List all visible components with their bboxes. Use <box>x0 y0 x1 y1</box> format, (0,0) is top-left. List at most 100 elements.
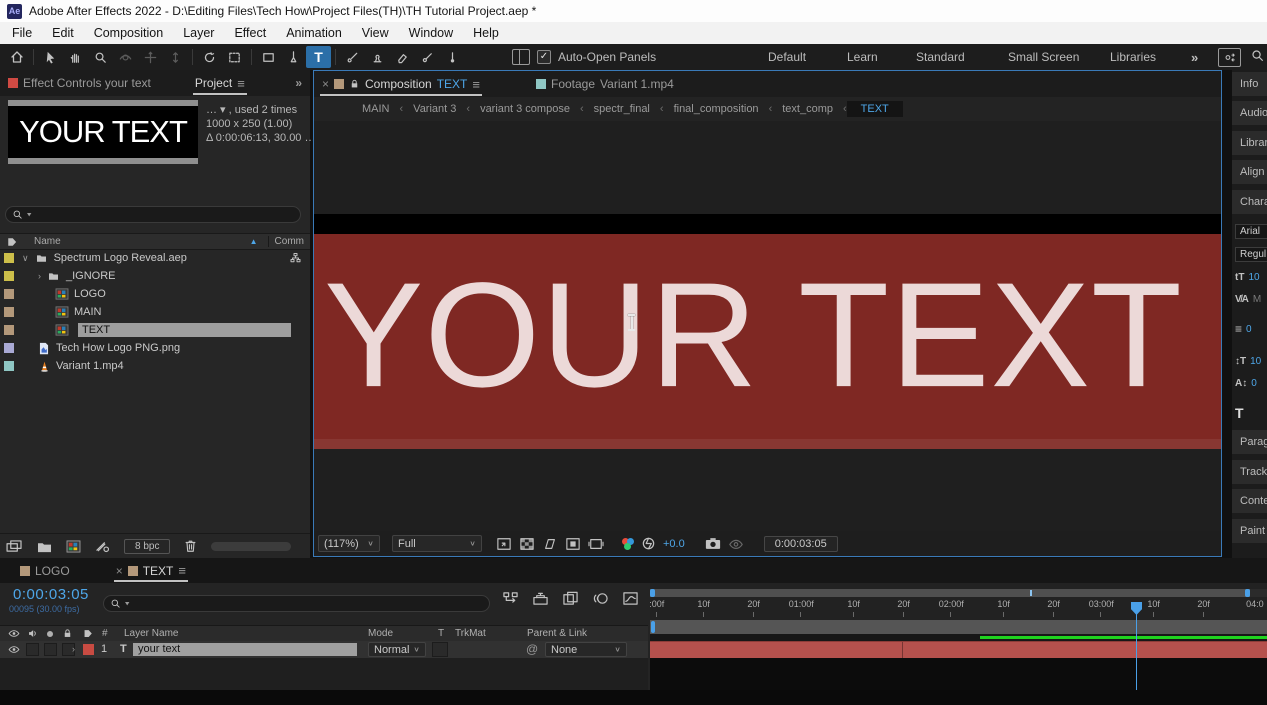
project-row-spectrum[interactable]: ∨ Spectrum Logo Reveal.aep <box>0 249 310 267</box>
panel-menu-icon[interactable]: ≡ <box>237 76 245 91</box>
tab-timeline-text[interactable]: × TEXT ≡ <box>108 558 194 583</box>
kerning-field[interactable]: V̸A M <box>1235 292 1261 306</box>
close-icon[interactable]: × <box>322 77 329 91</box>
audio-speaker-icon[interactable] <box>27 628 38 639</box>
layer-visibility-eye-icon[interactable] <box>8 645 20 654</box>
grid-guides-icon[interactable] <box>496 537 512 551</box>
tab-project[interactable]: Project ≡ <box>187 70 253 96</box>
project-row-png[interactable]: Tech How Logo PNG.png <box>0 339 310 357</box>
item-name[interactable]: Spectrum Logo Reveal.aep <box>54 252 187 264</box>
work-area-bar[interactable] <box>650 620 1267 634</box>
font-size-value[interactable]: 10 <box>1248 272 1259 283</box>
puppet-pin-tool-icon[interactable] <box>440 46 465 68</box>
sort-ascending-icon[interactable]: ▲ <box>250 237 258 246</box>
auto-open-checkbox[interactable]: ✓ <box>537 50 551 64</box>
parent-pickwhip-icon[interactable]: @ <box>526 642 538 656</box>
dolly-camera-tool-icon[interactable] <box>163 46 188 68</box>
transparency-grid-icon[interactable] <box>519 537 535 551</box>
menu-file[interactable]: File <box>2 22 42 44</box>
new-composition-icon[interactable] <box>66 540 81 553</box>
breadcrumb-text-current[interactable]: TEXT <box>847 101 903 117</box>
panel-menu-icon[interactable]: ≡ <box>178 563 186 578</box>
timeline-navigator-bar[interactable] <box>650 589 1267 597</box>
workspace-learn[interactable]: Learn <box>847 44 878 70</box>
workspace-small-screen[interactable]: Small Screen <box>1008 44 1079 70</box>
menu-edit[interactable]: Edit <box>42 22 84 44</box>
label-color[interactable] <box>4 253 14 263</box>
font-family-dropdown[interactable]: Arial <box>1235 224 1267 239</box>
tab-timeline-logo[interactable]: LOGO <box>12 558 78 583</box>
tracking-field[interactable]: ≡ 0 <box>1235 322 1252 336</box>
clone-stamp-tool-icon[interactable] <box>365 46 390 68</box>
panel-align[interactable]: Align <box>1232 160 1267 184</box>
work-area-start-handle[interactable] <box>651 621 655 633</box>
panel-character[interactable]: Chara <box>1232 190 1267 214</box>
rectangle-tool-icon[interactable] <box>256 46 281 68</box>
new-folder-icon[interactable] <box>37 540 52 553</box>
panel-libraries[interactable]: Librar <box>1232 131 1267 155</box>
workspace-overflow-icon[interactable]: » <box>1191 44 1198 70</box>
hand-tool-icon[interactable] <box>63 46 88 68</box>
panel-audio[interactable]: Audio <box>1232 101 1267 125</box>
project-settings-icon[interactable] <box>95 540 110 553</box>
label-column-icon[interactable] <box>82 628 94 639</box>
tracking-value[interactable]: 0 <box>1246 324 1252 335</box>
audio-switch[interactable] <box>26 643 39 656</box>
tab-effect-controls[interactable]: Effect Controls your text <box>0 70 159 96</box>
bit-depth-button[interactable]: 8 bpc <box>124 539 170 554</box>
panel-info[interactable]: Info <box>1232 72 1267 96</box>
blend-mode-dropdown[interactable]: Normal ∨ <box>368 642 426 657</box>
composition-canvas[interactable]: YOUR TEXT <box>314 121 1221 533</box>
project-row-main[interactable]: MAIN <box>0 303 310 321</box>
composition-mini-flowchart-icon[interactable] <box>502 591 519 606</box>
magnification-dropdown[interactable]: (117%) ∨ <box>318 535 380 552</box>
project-row-ignore[interactable]: › _IGNORE <box>0 267 310 285</box>
column-name-label[interactable]: Name <box>34 236 61 247</box>
project-search-input[interactable]: ▾ <box>5 206 301 223</box>
pen-tool-icon[interactable] <box>281 46 306 68</box>
workspace-default[interactable]: Default <box>768 44 806 70</box>
frame-blending-icon[interactable] <box>562 591 579 606</box>
layer-duration-bar[interactable] <box>650 641 1267 659</box>
font-size-field[interactable]: tT 10 <box>1235 270 1260 284</box>
menu-layer[interactable]: Layer <box>173 22 224 44</box>
column-number[interactable]: # <box>102 628 108 639</box>
faux-bold-icon[interactable]: T <box>1235 406 1244 420</box>
workspace-libraries[interactable]: Libraries <box>1110 44 1156 70</box>
mask-visibility-icon[interactable] <box>542 537 558 551</box>
item-name-selected[interactable]: TEXT <box>78 323 291 337</box>
item-name[interactable]: MAIN <box>74 306 102 318</box>
navigator-end-handle[interactable] <box>1245 589 1250 597</box>
pixel-aspect-icon[interactable] <box>588 537 604 551</box>
show-snapshot-icon[interactable] <box>728 537 744 550</box>
kerning-value[interactable]: M <box>1253 294 1261 305</box>
project-row-logo[interactable]: LOGO <box>0 285 310 303</box>
type-tool-icon[interactable]: T <box>306 46 331 68</box>
menu-window[interactable]: Window <box>399 22 463 44</box>
search-options-icon[interactable]: ▾ <box>125 599 130 608</box>
navigator-thumb[interactable] <box>650 589 1250 597</box>
item-name[interactable]: _IGNORE <box>66 270 116 282</box>
layer-row-your-text[interactable]: › 1 T your text Normal ∨ @ None ∨ <box>0 641 648 658</box>
panel-paragraph[interactable]: Parag <box>1232 430 1267 454</box>
breadcrumb-spectr-final[interactable]: spectr_final <box>584 103 660 115</box>
search-icon[interactable] <box>1250 48 1265 63</box>
search-options-icon[interactable]: ▾ <box>27 210 32 219</box>
home-icon[interactable] <box>4 46 29 68</box>
item-name[interactable]: LOGO <box>74 288 106 300</box>
brush-tool-icon[interactable] <box>340 46 365 68</box>
current-time-indicator-line[interactable] <box>1136 613 1137 700</box>
column-t[interactable]: T <box>438 628 444 639</box>
exposure-value[interactable]: +0.0 <box>663 538 685 550</box>
canvas-text[interactable]: YOUR TEXT <box>324 249 1183 421</box>
parent-dropdown[interactable]: None ∨ <box>545 642 627 657</box>
menu-composition[interactable]: Composition <box>84 22 173 44</box>
graph-editor-icon[interactable] <box>622 591 639 606</box>
tab-footage[interactable]: Footage Variant 1.mp4 <box>528 71 682 97</box>
breadcrumb-text-comp[interactable]: text_comp <box>772 103 843 115</box>
region-of-interest-icon[interactable] <box>565 537 581 551</box>
expand-icon[interactable]: › <box>38 271 41 281</box>
layer-name[interactable]: your text <box>133 643 357 656</box>
show-channels-icon[interactable] <box>622 538 634 550</box>
column-mode[interactable]: Mode <box>368 628 393 639</box>
